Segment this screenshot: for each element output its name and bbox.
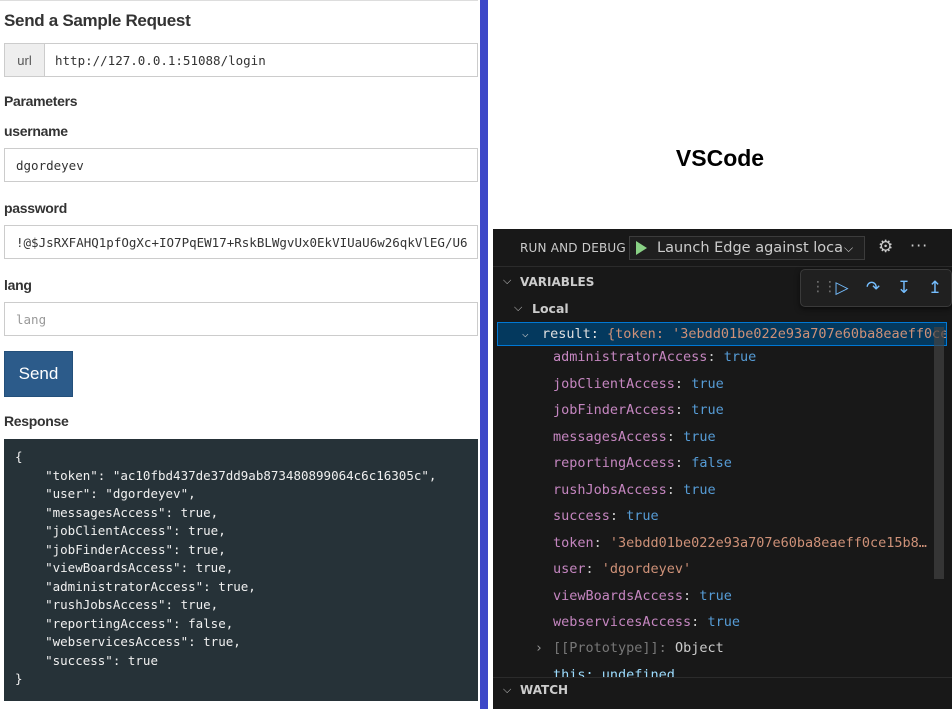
variable-key: rushJobsAccess (553, 481, 667, 498)
url-label: url (5, 44, 45, 76)
vscode-debug-sidebar: RUN AND DEBUG Launch Edge against localh… (493, 229, 952, 709)
variables-scrollbar[interactable] (934, 327, 944, 579)
variable-key: viewBoardsAccess (553, 587, 684, 604)
variable-row-reportingaccess[interactable]: reportingAccess: false (553, 455, 732, 479)
result-name: result (542, 326, 591, 342)
variable-key: token (553, 534, 594, 551)
step-over-icon[interactable]: ↷ (862, 277, 884, 299)
variable-row-user[interactable]: user: 'dgordeyev' (553, 561, 691, 585)
variable-row-viewboardsaccess[interactable]: viewBoardsAccess: true (553, 588, 732, 612)
panel-title: Send a Sample Request (4, 11, 191, 30)
variable-row-token[interactable]: token: '3ebdd01be022e93a707e60ba8eaeff0c… (553, 535, 927, 559)
step-into-icon[interactable]: ↧ (893, 277, 915, 299)
api-sample-request-panel: Send a Sample Request url Parameters use… (0, 0, 480, 709)
variable-row-jobfinderaccess[interactable]: jobFinderAccess: true (553, 402, 724, 426)
more-actions-icon[interactable]: ··· (910, 236, 928, 255)
run-debug-header: RUN AND DEBUG Launch Edge against localh… (493, 229, 952, 267)
prototype-value: Object (674, 640, 724, 656)
variable-separator: : (666, 481, 684, 498)
parameters-heading: Parameters (4, 93, 78, 109)
variable-value: false (691, 455, 732, 471)
variable-value: true (626, 508, 659, 524)
chevron-down-icon: ⌵ (514, 301, 523, 314)
variable-value: '3ebdd01be022e93a707e60ba8eaeff0ce15b8… (609, 534, 927, 551)
lang-label: lang (4, 277, 32, 293)
variable-separator: : (707, 349, 724, 365)
username-label: username (4, 123, 68, 139)
watch-section-header[interactable]: ⌵ WATCH (493, 677, 952, 709)
send-button[interactable]: Send (4, 351, 73, 397)
variable-value: true (691, 375, 724, 392)
prototype-label: [[Prototype]] (553, 640, 659, 656)
gear-icon[interactable]: ⚙ (878, 237, 893, 257)
variable-key: messagesAccess (553, 428, 667, 445)
password-input[interactable] (4, 225, 478, 259)
continue-icon[interactable]: ▷ (831, 277, 853, 299)
variable-separator: : (674, 375, 692, 392)
chevron-down-icon: ⌵ (522, 327, 529, 340)
variable-separator: : (691, 614, 708, 630)
variable-separator: : (674, 455, 692, 471)
response-heading: Response (4, 413, 69, 429)
variable-value: true (683, 428, 716, 445)
response-body: { "token": "ac10fbd437de37dd9ab873480899… (4, 439, 478, 701)
chevron-down-icon: ⌵ (503, 274, 512, 287)
prototype-content: [[Prototype]]: Object (553, 640, 724, 656)
vscode-panel: VSCode RUN AND DEBUG Launch Edge against… (488, 0, 952, 709)
local-scope-title: Local (532, 301, 569, 316)
variable-row-rushjobsaccess[interactable]: rushJobsAccess: true (553, 482, 716, 506)
variable-key: jobClientAccess (553, 375, 675, 392)
variable-value: true (723, 349, 757, 365)
chevron-down-icon: ⌵ (503, 683, 512, 696)
variable-row-prototype[interactable]: › [[Prototype]]: Object (493, 640, 952, 664)
panel-divider (480, 0, 488, 709)
variable-separator: : (593, 534, 610, 551)
variable-key: reportingAccess (553, 455, 675, 471)
url-input[interactable] (45, 44, 477, 76)
variable-key: jobFinderAccess (553, 402, 675, 418)
variable-separator: : (674, 402, 692, 418)
variable-value: true (699, 587, 732, 604)
local-scope-header[interactable]: ⌵ Local (493, 298, 952, 320)
result-content: result: {token: '3ebdd01be022e93a707e60b… (542, 326, 947, 342)
variable-value: true (707, 614, 740, 630)
lang-input[interactable] (4, 302, 478, 336)
step-out-icon[interactable]: ↥ (924, 277, 946, 299)
variable-key: user (553, 561, 586, 577)
run-debug-title: RUN AND DEBUG (520, 241, 626, 255)
variable-separator: : (585, 561, 602, 577)
variable-row-partial[interactable]: this: undefined (553, 667, 675, 677)
start-debugging-play-icon[interactable] (636, 241, 647, 255)
variable-key: webservicesAccess (553, 614, 692, 630)
panel-top-border (0, 0, 478, 1)
variables-title: VARIABLES (520, 275, 595, 289)
variable-key: success (553, 508, 610, 524)
password-label: password (4, 200, 67, 216)
variable-row-success[interactable]: success: true (553, 508, 659, 532)
watch-title: WATCH (520, 683, 569, 697)
url-input-group: url (4, 43, 478, 77)
variable-row-administratoraccess[interactable]: administratorAccess: true (553, 349, 756, 373)
variable-value: true (691, 402, 724, 418)
result-preview: {token: '3ebdd01be022e93a707e60ba8eaeff0… (607, 326, 947, 342)
chevron-right-icon: › (535, 641, 543, 656)
variable-separator: : (666, 428, 684, 445)
launch-config-dropdown[interactable]: Launch Edge against localhost ⌵ (629, 236, 865, 260)
vscode-heading: VSCode (675, 145, 765, 171)
chevron-down-icon[interactable]: ⌵ (844, 241, 853, 256)
variable-row-result[interactable]: ⌵ result: {token: '3ebdd01be022e93a707e6… (497, 322, 947, 346)
variable-row-webservicesaccess[interactable]: webservicesAccess: true (553, 614, 740, 638)
variable-value: true (683, 481, 716, 498)
variable-value: 'dgordeyev' (601, 561, 692, 577)
username-input[interactable] (4, 148, 478, 182)
variable-key: administratorAccess (553, 349, 708, 365)
variable-row-jobclientaccess[interactable]: jobClientAccess: true (553, 376, 724, 400)
variable-separator: : (609, 508, 627, 524)
variable-separator: : (683, 587, 700, 604)
launch-config-label: Launch Edge against localhost (657, 240, 842, 256)
variable-row-messagesaccess[interactable]: messagesAccess: true (553, 429, 716, 453)
